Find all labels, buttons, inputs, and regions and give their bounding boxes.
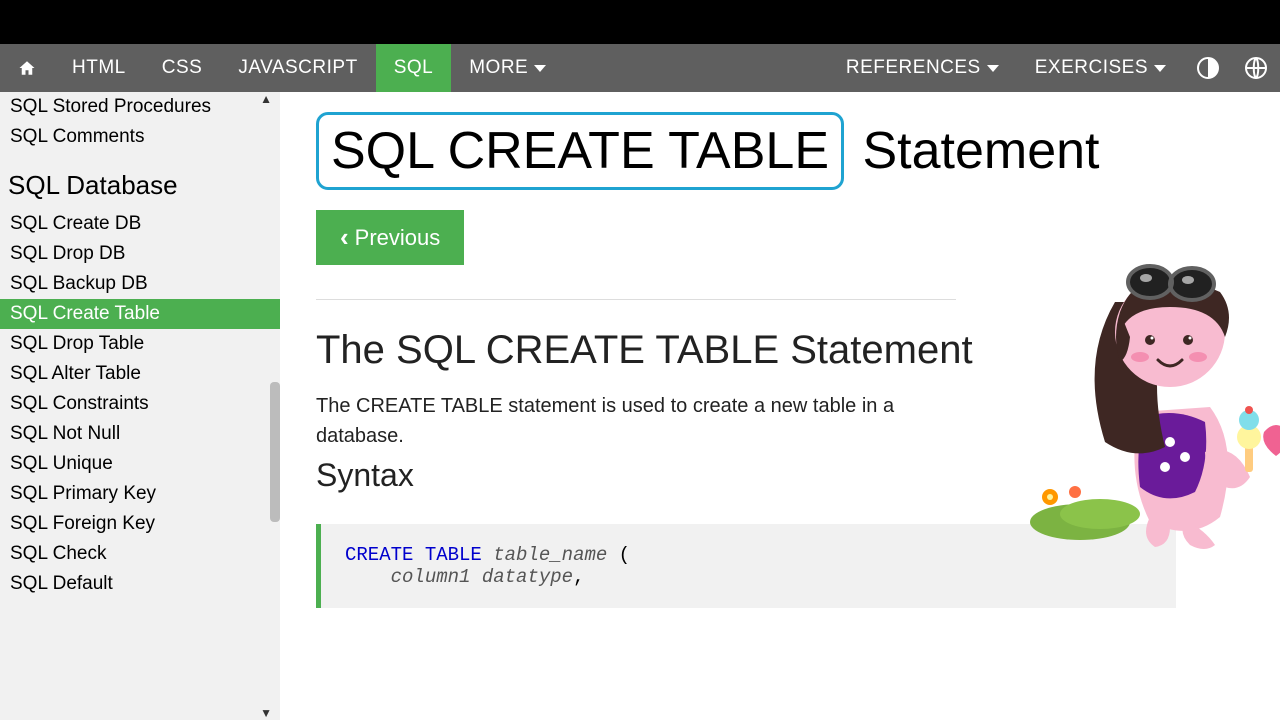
nav-item-exercises[interactable]: EXERCISES <box>1017 44 1184 92</box>
previous-button[interactable]: ‹ Previous <box>316 210 464 265</box>
home-icon <box>18 54 36 82</box>
sidebar-item-comments[interactable]: SQL Comments <box>0 122 280 152</box>
divider <box>316 299 956 300</box>
main-content: SQL CREATE TABLE Statement ‹ Previous Th… <box>280 92 1280 720</box>
mascot-illustration <box>1020 242 1280 552</box>
code-identifier: table_name <box>493 544 607 566</box>
scroll-down-icon[interactable]: ▼ <box>260 706 272 720</box>
caret-down-icon <box>987 65 999 72</box>
theme-toggle-button[interactable] <box>1184 56 1232 80</box>
caret-down-icon <box>534 65 546 72</box>
globe-icon <box>1244 56 1268 80</box>
scroll-up-icon[interactable]: ▲ <box>260 92 272 106</box>
nav-item-css[interactable]: CSS <box>144 44 221 92</box>
sidebar-item-create-table[interactable]: SQL Create Table <box>0 299 280 329</box>
sidebar-section-heading: SQL Database <box>0 152 280 209</box>
contrast-icon <box>1196 56 1220 80</box>
sidebar-item-stored-procedures[interactable]: SQL Stored Procedures <box>0 92 280 122</box>
top-navigation: HTML CSS JAVASCRIPT SQL MORE REFERENCES … <box>0 44 1280 92</box>
sidebar-item-constraints[interactable]: SQL Constraints <box>0 389 280 419</box>
nav-item-more[interactable]: MORE <box>451 44 564 92</box>
page-title-highlighted: SQL CREATE TABLE <box>316 112 844 190</box>
code-identifier: datatype <box>482 566 573 588</box>
home-button[interactable] <box>0 44 54 92</box>
nav-item-javascript[interactable]: JAVASCRIPT <box>220 44 375 92</box>
page-title-rest: Statement <box>848 122 1099 180</box>
code-identifier: column1 <box>391 566 471 588</box>
code-keyword: TABLE <box>425 544 482 566</box>
caret-down-icon <box>1154 65 1166 72</box>
nav-item-references[interactable]: REFERENCES <box>828 44 1017 92</box>
code-punct: , <box>573 566 584 588</box>
sidebar-item-drop-table[interactable]: SQL Drop Table <box>0 329 280 359</box>
nav-item-html[interactable]: HTML <box>54 44 144 92</box>
scrollbar-thumb[interactable] <box>270 382 280 522</box>
sidebar-item-check[interactable]: SQL Check <box>0 539 280 569</box>
globe-button[interactable] <box>1232 56 1280 80</box>
sidebar-item-unique[interactable]: SQL Unique <box>0 449 280 479</box>
sidebar-item-create-db[interactable]: SQL Create DB <box>0 209 280 239</box>
sidebar-item-default[interactable]: SQL Default <box>0 569 280 599</box>
nav-item-sql[interactable]: SQL <box>376 44 452 92</box>
previous-button-label: Previous <box>355 225 441 251</box>
sidebar-item-not-null[interactable]: SQL Not Null <box>0 419 280 449</box>
code-keyword: CREATE <box>345 544 413 566</box>
chevron-left-icon: ‹ <box>340 222 349 253</box>
video-letterbox-top <box>0 0 1280 44</box>
sidebar-item-drop-db[interactable]: SQL Drop DB <box>0 239 280 269</box>
page-title: SQL CREATE TABLE Statement <box>316 112 1256 190</box>
sidebar-item-backup-db[interactable]: SQL Backup DB <box>0 269 280 299</box>
code-punct: ( <box>607 544 630 566</box>
sidebar-item-primary-key[interactable]: SQL Primary Key <box>0 479 280 509</box>
sidebar: ▲ SQL Stored Procedures SQL Comments SQL… <box>0 92 280 720</box>
sidebar-item-alter-table[interactable]: SQL Alter Table <box>0 359 280 389</box>
section-paragraph: The CREATE TABLE statement is used to cr… <box>316 391 936 451</box>
sidebar-item-foreign-key[interactable]: SQL Foreign Key <box>0 509 280 539</box>
